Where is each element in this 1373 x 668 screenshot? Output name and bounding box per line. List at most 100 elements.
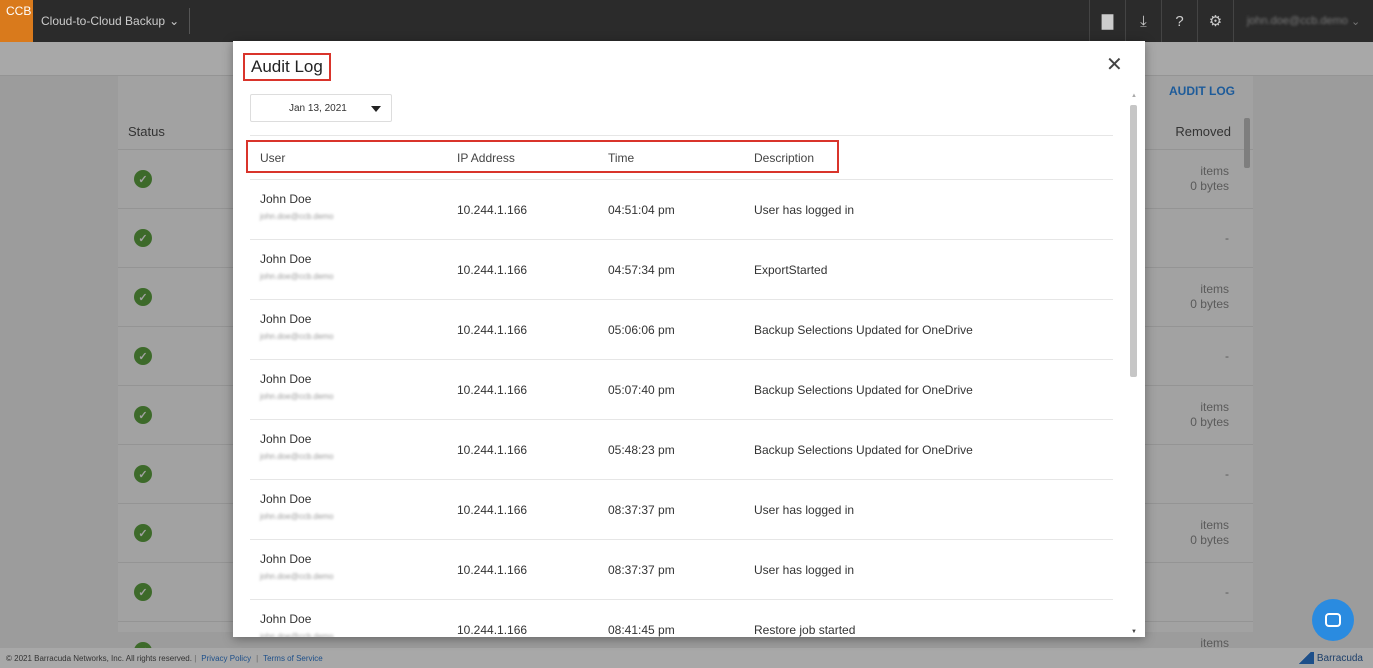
user-name: John Doe <box>260 432 312 446</box>
description-cell: Backup Selections Updated for OneDrive <box>754 323 973 337</box>
gear-icon[interactable]: ⚙ <box>1197 0 1233 42</box>
check-circle-icon: ✓ <box>134 524 152 542</box>
items-text: items <box>1200 400 1229 414</box>
column-header-user[interactable]: User <box>260 151 285 165</box>
description-cell: Backup Selections Updated for OneDrive <box>754 443 973 457</box>
time-cell: 04:51:04 pm <box>608 203 675 217</box>
bytes-text: 0 bytes <box>1190 297 1229 311</box>
description-cell: ExportStarted <box>754 263 828 277</box>
user-email: john.doe@ccb.demo <box>260 572 334 581</box>
ip-address-cell: 10.244.1.166 <box>457 503 528 517</box>
description-cell: User has logged in <box>754 203 855 217</box>
table-row: John Doe john.doe@ccb.demo 10.244.1.166 … <box>250 180 1113 240</box>
table-row: John Doe john.doe@ccb.demo 10.244.1.166 … <box>250 300 1113 360</box>
barracuda-logo: Barracuda <box>1297 648 1363 668</box>
table-row: John Doe john.doe@ccb.demo 10.244.1.166 … <box>250 240 1113 300</box>
chevron-down-icon: ⌄ <box>1347 15 1361 28</box>
time-cell: 05:06:06 pm <box>608 323 675 337</box>
empty-value: - <box>1225 467 1229 481</box>
check-circle-icon: ✓ <box>134 229 152 247</box>
app-switcher[interactable]: Cloud-to-Cloud Backup ⌄ <box>41 8 191 34</box>
column-header-highlight <box>246 140 839 173</box>
chevron-down-icon: ⌄ <box>169 14 180 28</box>
time-cell: 05:48:23 pm <box>608 443 675 457</box>
ip-address-cell: 10.244.1.166 <box>457 203 528 217</box>
brand-name: Barracuda <box>1316 652 1363 664</box>
bytes-text: 0 bytes <box>1190 415 1229 429</box>
chat-support-button[interactable] <box>1312 599 1354 641</box>
description-cell: User has logged in <box>754 503 855 517</box>
status-header: Status <box>128 124 165 139</box>
items-text: items <box>1200 164 1229 178</box>
ip-address-cell: 10.244.1.166 <box>457 323 528 337</box>
items-text: items <box>1200 518 1229 532</box>
bytes-text: 0 bytes <box>1190 179 1229 193</box>
column-header-description[interactable]: Description <box>754 151 814 165</box>
audit-log-modal: Audit Log ✕ Jan 13, 2021 User IP Address… <box>233 41 1145 637</box>
user-email: john.doe@ccb.demo <box>260 632 334 637</box>
download-icon[interactable]: ⤓ <box>1125 0 1161 42</box>
chat-bubble-icon <box>1325 613 1341 627</box>
ip-address-cell: 10.244.1.166 <box>457 263 528 277</box>
app-name-label: Cloud-to-Cloud Backup <box>41 14 166 28</box>
user-name: John Doe <box>260 612 312 626</box>
description-cell: Backup Selections Updated for OneDrive <box>754 383 973 397</box>
copyright-text: © 2021 Barracuda Networks, Inc. All righ… <box>6 653 192 663</box>
user-email: john.doe@ccb.demo <box>260 332 334 341</box>
footer: © 2021 Barracuda Networks, Inc. All righ… <box>0 648 1373 668</box>
user-email: john.doe@ccb.demo <box>260 212 334 221</box>
description-cell: Restore job started <box>754 623 856 637</box>
time-cell: 08:37:37 pm <box>608 503 675 517</box>
user-name: John Doe <box>260 372 312 386</box>
barracuda-mark-icon <box>1297 652 1314 664</box>
description-cell: User has logged in <box>754 563 855 577</box>
user-menu[interactable]: john.doe@ccb.demo ⌄ <box>1233 0 1373 42</box>
user-name: John Doe <box>260 192 312 206</box>
user-name: John Doe <box>260 312 312 326</box>
date-select[interactable]: Jan 13, 2021 <box>250 94 392 122</box>
privacy-policy-link[interactable]: Privacy Policy <box>201 654 251 663</box>
terms-of-service-link[interactable]: Terms of Service <box>263 654 323 663</box>
modal-title: Audit Log <box>243 53 331 81</box>
user-email: john.doe@ccb.demo <box>260 512 334 521</box>
bytes-text: 0 bytes <box>1190 533 1229 547</box>
check-circle-icon: ✓ <box>134 465 152 483</box>
caret-down-icon <box>371 106 381 112</box>
user-name: John Doe <box>260 252 312 266</box>
app-logo[interactable]: CCB <box>0 0 33 42</box>
empty-value: - <box>1225 231 1229 245</box>
removed-header: Removed <box>1175 124 1231 139</box>
background-scrollbar[interactable] <box>1243 106 1251 626</box>
user-email: john.doe@ccb.demo <box>260 452 334 461</box>
time-cell: 08:37:37 pm <box>608 563 675 577</box>
table-row: John Doe john.doe@ccb.demo 10.244.1.166 … <box>250 360 1113 420</box>
help-icon[interactable]: ? <box>1161 0 1197 42</box>
user-email: john.doe@ccb.demo <box>260 272 334 281</box>
check-circle-icon: ✓ <box>134 406 152 424</box>
ip-address-cell: 10.244.1.166 <box>457 563 528 577</box>
check-circle-icon: ✓ <box>134 288 152 306</box>
table-row: John Doe john.doe@ccb.demo 10.244.1.166 … <box>250 480 1113 540</box>
empty-value: - <box>1225 349 1229 363</box>
time-cell: 08:41:45 pm <box>608 623 675 637</box>
column-header-ip-address[interactable]: IP Address <box>457 151 515 165</box>
ip-address-cell: 10.244.1.166 <box>457 443 528 457</box>
empty-value: - <box>1225 585 1229 599</box>
check-circle-icon: ✓ <box>134 170 152 188</box>
check-circle-icon: ✓ <box>134 583 152 601</box>
date-value: Jan 13, 2021 <box>289 102 347 114</box>
close-icon[interactable]: ✕ <box>1106 55 1123 75</box>
modal-scrollbar[interactable]: ▲ ▼ <box>1129 93 1139 637</box>
ip-address-cell: 10.244.1.166 <box>457 383 528 397</box>
user-email: john.doe@ccb.demo <box>260 392 334 401</box>
items-text: items <box>1200 282 1229 296</box>
column-header-time[interactable]: Time <box>608 151 634 165</box>
chat-icon[interactable]: ▇ <box>1089 0 1125 42</box>
user-email: john.doe@ccb.demo <box>1246 15 1348 27</box>
check-circle-icon: ✓ <box>134 347 152 365</box>
time-cell: 04:57:34 pm <box>608 263 675 277</box>
top-bar: CCB Cloud-to-Cloud Backup ⌄ ▇ ⤓ ? ⚙ john… <box>0 0 1373 42</box>
table-row: John Doe john.doe@ccb.demo 10.244.1.166 … <box>250 420 1113 480</box>
ip-address-cell: 10.244.1.166 <box>457 623 528 637</box>
audit-log-link[interactable]: AUDIT LOG <box>1169 84 1235 98</box>
